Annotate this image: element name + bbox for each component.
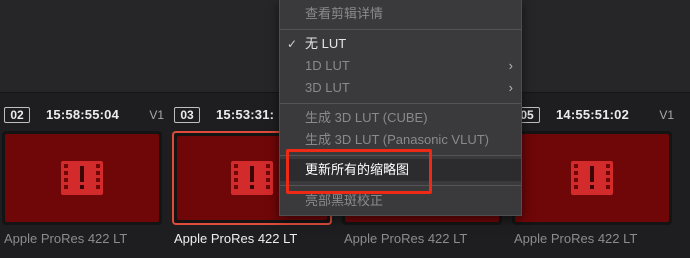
menu-item-no-lut[interactable]: ✓ 无 LUT <box>280 33 521 55</box>
media-offline-icon <box>571 161 613 195</box>
menu-item-3d-lut[interactable]: 3D LUT › <box>280 77 521 99</box>
clip-timecode: 15:53:31: <box>216 107 275 122</box>
menu-item-generate-3d-lut-vlut[interactable]: 生成 3D LUT (Panasonic VLUT) <box>280 129 521 151</box>
menu-item-generate-3d-lut-cube[interactable]: 生成 3D LUT (CUBE) <box>280 107 521 129</box>
menu-item-1d-lut[interactable]: 1D LUT › <box>280 55 521 77</box>
clip-tile-05[interactable]: 05 14:55:51:02 V1 Apple ProRes 422 LT <box>510 101 674 251</box>
clip-number: 02 <box>4 107 30 123</box>
menu-item-view-clip-details[interactable]: 查看剪辑详情 <box>280 3 521 25</box>
clip-thumbnail[interactable] <box>2 131 162 225</box>
clip-track: V1 <box>149 108 164 122</box>
menu-separator <box>280 29 521 30</box>
clip-codec-name: Apple ProRes 422 LT <box>514 231 638 246</box>
clip-codec-name: Apple ProRes 422 LT <box>344 231 468 246</box>
menu-item-label: 生成 3D LUT (Panasonic VLUT) <box>305 132 489 147</box>
menu-separator <box>280 103 521 104</box>
clip-track: V1 <box>659 108 674 122</box>
menu-item-label: 3D LUT <box>305 80 350 95</box>
chevron-right-icon: › <box>508 58 513 73</box>
clip-thumbnail[interactable] <box>512 131 672 225</box>
thumbnail-image <box>515 134 669 222</box>
chevron-right-icon: › <box>508 80 513 95</box>
clip-header: 02 15:58:55:04 V1 <box>0 105 164 127</box>
clip-tile-02[interactable]: 02 15:58:55:04 V1 Apple ProRes 422 LT <box>0 101 164 251</box>
clip-timecode: 14:55:51:02 <box>556 107 630 122</box>
clip-timecode: 15:58:55:04 <box>46 107 120 122</box>
checkmark-icon: ✓ <box>287 37 298 51</box>
clip-number: 03 <box>174 107 200 123</box>
clip-codec-name: Apple ProRes 422 LT <box>4 231 128 246</box>
thumbnail-image <box>5 134 159 222</box>
menu-item-label: 1D LUT <box>305 58 350 73</box>
media-offline-icon <box>231 161 273 195</box>
clip-header: 05 14:55:51:02 V1 <box>510 105 674 127</box>
menu-item-label: 无 LUT <box>305 36 347 51</box>
annotation-highlight-box <box>286 149 432 194</box>
media-offline-icon <box>61 161 103 195</box>
clip-codec-name: Apple ProRes 422 LT <box>174 231 298 246</box>
menu-item-label: 生成 3D LUT (CUBE) <box>305 110 428 125</box>
menu-item-label: 查看剪辑详情 <box>305 6 384 21</box>
